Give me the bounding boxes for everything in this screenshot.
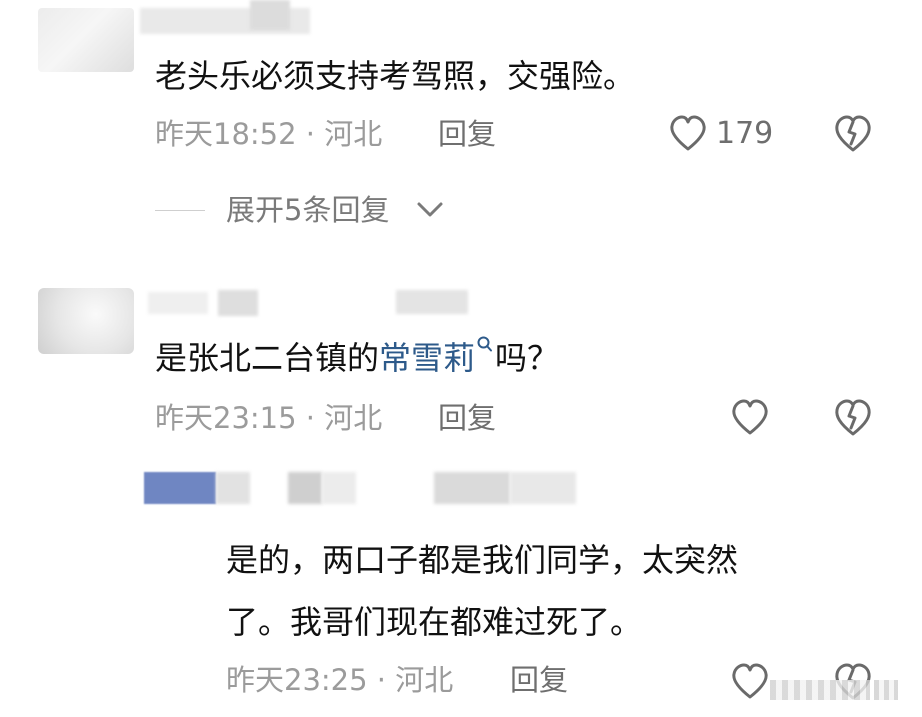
reply-text-line-1: 是的，两口子都是我们同学，太突然 (226, 541, 739, 579)
username-blurred (434, 472, 510, 504)
heart-outline-icon[interactable] (730, 662, 770, 702)
like-count: 179 (716, 116, 774, 151)
username-blurred (218, 290, 258, 316)
reply-text-line-2: 了。我哥们现在都难过死了。 (226, 603, 643, 641)
pixelated-overlay (874, 680, 898, 700)
pixelated-overlay (770, 680, 870, 700)
comment-timestamp: 昨天18:52 · 河北 (155, 117, 383, 151)
comment-text: 是张北二台镇的常雪莉 吗？ (155, 332, 559, 384)
username-blurred[interactable] (288, 472, 322, 504)
comment-timestamp: 昨天23:15 · 河北 (155, 401, 383, 435)
heart-outline-icon[interactable] (730, 398, 770, 438)
comment-text-part: 吗？ (495, 339, 560, 377)
chevron-down-icon[interactable] (416, 200, 444, 220)
search-icon[interactable] (476, 335, 494, 355)
username-blurred (322, 472, 356, 504)
comment-text: 老头乐必须支持考驾照，交强险。 (155, 57, 636, 95)
username-blurred (510, 472, 576, 504)
comment-text-part: 是张北二台镇的 (155, 339, 380, 377)
reply-avatar-blurred (216, 472, 250, 504)
reply-timestamp: 昨天23:25 · 河北 (226, 663, 454, 697)
reply-button[interactable]: 回复 (438, 114, 496, 154)
heart-outline-icon[interactable] (668, 114, 708, 154)
broken-heart-icon[interactable] (832, 114, 874, 154)
expand-divider (155, 210, 205, 211)
expand-replies-button[interactable]: 展开5条回复 (226, 190, 389, 230)
username-blurred[interactable] (148, 292, 208, 314)
username-blurred (396, 290, 468, 314)
reply-avatar-blurred[interactable] (144, 472, 216, 504)
username-blurred (250, 0, 290, 30)
expand-replies-label: 展开5条回复 (226, 193, 390, 227)
avatar[interactable] (38, 8, 134, 72)
avatar[interactable] (38, 288, 134, 354)
reply-button[interactable]: 回复 (438, 398, 496, 438)
reply-button[interactable]: 回复 (510, 660, 568, 700)
broken-heart-icon[interactable] (832, 398, 874, 438)
search-link[interactable]: 常雪莉 (379, 339, 475, 377)
